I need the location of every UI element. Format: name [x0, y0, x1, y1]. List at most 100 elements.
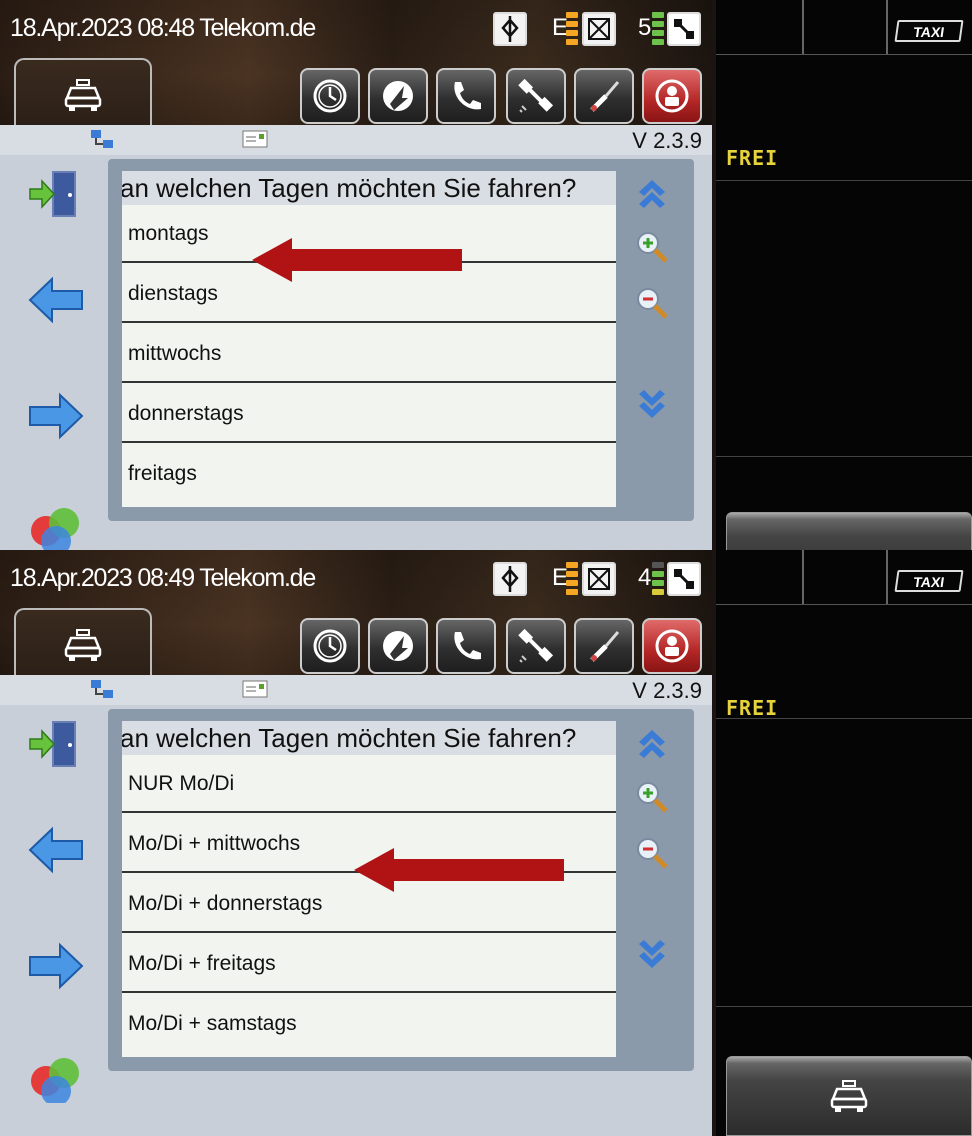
terminal-screen-1: 18.Apr.2023 08:48 Telekom.de E 5 V 2.3.9… — [0, 0, 972, 550]
arrow-right-icon[interactable] — [26, 941, 86, 991]
taxi-tab[interactable] — [14, 608, 152, 680]
scroll-up-button[interactable] — [632, 171, 672, 211]
signal-bars-icon — [566, 562, 578, 596]
list-frame: an welchen Tagen möchten Sie fahren? NUR… — [108, 709, 694, 1071]
speed-button[interactable] — [368, 618, 428, 674]
meter-taxi-button[interactable] — [726, 512, 972, 550]
zoom-in-icon — [637, 232, 668, 263]
list-item[interactable]: Mo/Di + freitags — [122, 935, 616, 993]
zoom-in-button[interactable] — [632, 227, 672, 267]
tools-button[interactable] — [574, 618, 634, 674]
list-item[interactable]: mittwochs — [122, 325, 616, 383]
scroll-down-button[interactable] — [632, 937, 672, 977]
gps-status-icon — [493, 12, 527, 46]
scroll-down-button[interactable] — [632, 387, 672, 427]
scroll-down-icon — [639, 390, 665, 418]
scroll-down-icon — [639, 940, 665, 968]
satellite-button[interactable] — [506, 68, 566, 124]
message-icon — [242, 130, 268, 148]
color-circles-icon[interactable] — [26, 503, 86, 550]
signal-bars-icon — [566, 12, 578, 46]
datetime: 18.Apr.2023 08:49 — [10, 564, 195, 592]
top-status-bar: 18.Apr.2023 08:48 Telekom.de E 5 — [0, 0, 712, 130]
taxi-icon — [64, 629, 102, 661]
network-icon — [91, 680, 113, 698]
exit-door-icon[interactable] — [26, 169, 86, 219]
envelope-status-icon — [582, 12, 616, 46]
version-label: V 2.3.9 — [632, 128, 702, 153]
color-circles-icon[interactable] — [26, 1053, 86, 1103]
taxi-icon — [830, 1080, 868, 1112]
list-frame: an welchen Tagen möchten Sie fahren? mon… — [108, 159, 694, 521]
list-item[interactable]: dienstags — [122, 265, 616, 323]
taximeter-panel: TAXI FREI — [716, 550, 972, 1136]
scroll-up-icon — [639, 180, 665, 208]
content-header: V 2.3.9 — [0, 125, 712, 155]
phone-icon — [454, 632, 481, 660]
meter-divider — [802, 550, 804, 604]
meter-status: FREI — [726, 146, 779, 170]
network-name: Telekom.de — [199, 14, 316, 42]
zoom-out-button[interactable] — [632, 283, 672, 323]
exit-door-icon[interactable] — [26, 719, 86, 769]
driver-icon — [655, 629, 689, 663]
satellite-button[interactable] — [506, 618, 566, 674]
tools-icon — [590, 631, 620, 662]
meter-status: FREI — [726, 696, 779, 720]
driver-icon — [655, 79, 689, 113]
clock-icon — [313, 79, 347, 113]
zoom-in-button[interactable] — [632, 777, 672, 817]
meter-line — [716, 456, 972, 457]
satellite-icon — [518, 628, 554, 663]
datetime: 18.Apr.2023 08:48 — [10, 14, 195, 42]
terminal-panel: 18.Apr.2023 08:48 Telekom.de E 5 V 2.3.9… — [0, 0, 712, 550]
satellite-count: 4 — [638, 564, 652, 591]
network-name: Telekom.de — [199, 564, 316, 592]
meter-top-line — [716, 604, 972, 605]
version-label: V 2.3.9 — [632, 678, 702, 703]
scroll-up-icon — [639, 730, 665, 758]
satellite-status-icon — [667, 562, 701, 596]
zoom-out-icon — [637, 288, 668, 319]
taximeter-panel: TAXI FREI — [716, 0, 972, 550]
gps-status-icon — [493, 562, 527, 596]
arrow-left-icon[interactable] — [26, 275, 86, 325]
driver-button[interactable] — [642, 618, 702, 674]
terminal-panel: 18.Apr.2023 08:49 Telekom.de E 4 V 2.3.9… — [0, 550, 712, 1136]
list-question: an welchen Tagen möchten Sie fahren? — [122, 721, 616, 755]
taxi-tab[interactable] — [14, 58, 152, 130]
speed-icon — [383, 631, 413, 661]
satellite-status-icon — [667, 12, 701, 46]
tools-button[interactable] — [574, 68, 634, 124]
speed-button[interactable] — [368, 68, 428, 124]
top-status-bar: 18.Apr.2023 08:49 Telekom.de E 4 — [0, 550, 712, 680]
scroll-up-button[interactable] — [632, 721, 672, 761]
options-list: an welchen Tagen möchten Sie fahren? mon… — [122, 171, 616, 507]
phone-button[interactable] — [436, 618, 496, 674]
speed-icon — [383, 81, 413, 111]
list-item[interactable]: Mo/Di + samstags — [122, 995, 616, 1053]
meter-divider — [886, 0, 888, 54]
clock-button[interactable] — [300, 618, 360, 674]
list-item[interactable]: freitags — [122, 445, 616, 503]
list-item[interactable]: donnerstags — [122, 385, 616, 443]
zoom-out-icon — [637, 838, 668, 869]
taxi-badge: TAXI — [894, 20, 964, 42]
meter-line — [716, 180, 972, 181]
taxi-badge: TAXI — [894, 570, 964, 592]
meter-line — [716, 718, 972, 719]
list-item[interactable]: NUR Mo/Di — [122, 755, 616, 813]
phone-button[interactable] — [436, 68, 496, 124]
meter-taxi-button[interactable] — [726, 1056, 972, 1136]
arrow-right-icon[interactable] — [26, 391, 86, 441]
content-area: V 2.3.9 an welchen Tagen möchten Sie fah… — [0, 125, 712, 550]
arrow-left-icon[interactable] — [26, 825, 86, 875]
zoom-out-button[interactable] — [632, 833, 672, 873]
taxi-icon — [64, 79, 102, 111]
satellite-icon — [518, 78, 554, 113]
meter-top-line — [716, 54, 972, 55]
network-icon — [91, 130, 113, 148]
clock-button[interactable] — [300, 68, 360, 124]
message-icon — [242, 680, 268, 698]
driver-button[interactable] — [642, 68, 702, 124]
